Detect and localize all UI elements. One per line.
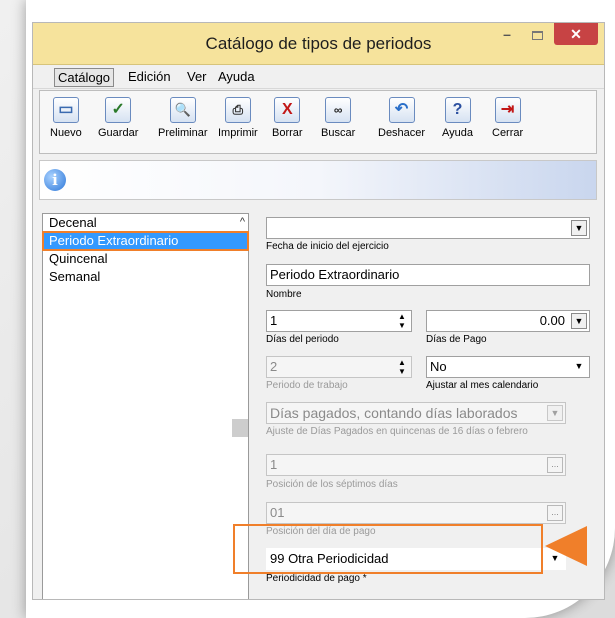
periodo-trabajo-value: 2 bbox=[270, 359, 278, 374]
menu-catalogo[interactable]: Catálogo bbox=[54, 68, 115, 87]
periodicidad-value: 99 Otra Periodicidad bbox=[270, 551, 389, 566]
spinner-arrows-icon: ▲ ▼ bbox=[398, 358, 406, 376]
maximize-button[interactable] bbox=[524, 25, 550, 45]
nombre-label: Nombre bbox=[266, 289, 302, 300]
menu-bar: Catálogo Edición Ver Ayuda bbox=[33, 65, 604, 89]
deshacer-button[interactable]: ↶ Deshacer bbox=[378, 97, 425, 139]
help-icon: ? bbox=[444, 97, 471, 123]
list-item-selected[interactable]: Periodo Extraordinario bbox=[42, 231, 249, 251]
cerrar-button[interactable]: ⇥ Cerrar bbox=[492, 97, 523, 139]
dias-pago-value: 0.00 bbox=[539, 313, 565, 328]
imprimir-button[interactable]: ⎙ Imprimir bbox=[218, 97, 258, 139]
posicion-septimos-input: 1 ... bbox=[266, 454, 566, 476]
posicion-septimos-label: Posición de los séptimos días bbox=[266, 479, 398, 490]
posicion-pago-value: 01 bbox=[270, 505, 285, 520]
ellipsis-icon: ... bbox=[547, 505, 563, 521]
borrar-label: Borrar bbox=[272, 127, 303, 139]
delete-x-icon: X bbox=[274, 97, 301, 123]
borrar-button[interactable]: X Borrar bbox=[272, 97, 303, 139]
new-document-icon: ▭ bbox=[52, 97, 79, 123]
exit-icon: ⇥ bbox=[494, 97, 521, 123]
preliminar-button[interactable]: 🔍 Preliminar bbox=[158, 97, 208, 139]
ayuda-button[interactable]: ? Ayuda bbox=[442, 97, 473, 139]
binoculars-icon: ∞ bbox=[325, 97, 352, 123]
ajustar-mes-value: No bbox=[430, 359, 447, 374]
checkmark-icon: ✓ bbox=[105, 97, 132, 123]
nuevo-label: Nuevo bbox=[50, 127, 82, 139]
fecha-inicio-label: Fecha de inicio del ejercicio bbox=[266, 241, 389, 252]
info-bar: i bbox=[39, 160, 597, 200]
menu-edicion[interactable]: Edición bbox=[125, 68, 174, 85]
chevron-down-icon[interactable]: ▼ bbox=[571, 220, 587, 236]
spinner-arrows-icon[interactable]: ▲ ▼ bbox=[395, 312, 409, 330]
scrollbar-thumb[interactable] bbox=[232, 419, 248, 437]
dias-pago-select[interactable]: 0.00 ▼ bbox=[426, 310, 590, 332]
menu-ayuda[interactable]: Ayuda bbox=[215, 68, 258, 85]
posicion-septimos-value: 1 bbox=[270, 457, 278, 472]
ajuste-dias-select: Días pagados, contando días laborados ▼ bbox=[266, 402, 566, 424]
dias-pago-label: Días de Pago bbox=[426, 334, 487, 345]
chevron-down-icon[interactable]: ▼ bbox=[571, 359, 587, 375]
printer-icon: ⎙ bbox=[224, 97, 251, 123]
imprimir-label: Imprimir bbox=[218, 127, 258, 139]
close-button[interactable]: ✕ bbox=[554, 23, 598, 45]
posicion-pago-label: Posición del día de pago bbox=[266, 526, 376, 537]
ayuda-label: Ayuda bbox=[442, 127, 473, 139]
undo-icon: ↶ bbox=[388, 97, 415, 123]
buscar-label: Buscar bbox=[321, 127, 356, 139]
toolbar: ▭ Nuevo ✓ Guardar 🔍 Preliminar ⎙ Imprimi… bbox=[39, 90, 597, 154]
guardar-button[interactable]: ✓ Guardar bbox=[98, 97, 138, 139]
app-window: Catálogo de tipos de periodos – ✕ Catálo… bbox=[32, 22, 605, 600]
ajuste-dias-label: Ajuste de Días Pagados en quincenas de 1… bbox=[266, 426, 528, 437]
print-preview-icon: 🔍 bbox=[169, 97, 196, 123]
maximize-icon bbox=[531, 30, 543, 40]
nombre-value: Periodo Extraordinario bbox=[270, 267, 400, 282]
fecha-inicio-select[interactable]: ▼ bbox=[266, 217, 590, 239]
title-bar: Catálogo de tipos de periodos – ✕ bbox=[33, 23, 604, 65]
posicion-pago-input: 01 ... bbox=[266, 502, 566, 524]
buscar-button[interactable]: ∞ Buscar bbox=[321, 97, 355, 139]
periodo-trabajo-label: Periodo de trabajo bbox=[266, 380, 348, 391]
dias-periodo-spinner[interactable]: 1 ▲ ▼ bbox=[266, 310, 412, 332]
period-type-list: Decenal Periodo Extraordinario Quincenal… bbox=[42, 213, 249, 599]
ellipsis-icon: ... bbox=[547, 457, 563, 473]
list-item[interactable]: Semanal bbox=[43, 268, 248, 286]
minimize-button[interactable]: – bbox=[494, 25, 520, 45]
nuevo-button[interactable]: ▭ Nuevo bbox=[50, 97, 82, 139]
nombre-input[interactable]: Periodo Extraordinario bbox=[266, 264, 590, 286]
dias-periodo-value: 1 bbox=[270, 313, 278, 328]
chevron-down-icon[interactable]: ▼ bbox=[571, 313, 587, 329]
menu-ver[interactable]: Ver bbox=[184, 68, 210, 85]
deshacer-label: Deshacer bbox=[378, 127, 426, 139]
cerrar-label: Cerrar bbox=[492, 127, 524, 139]
callout-arrow bbox=[545, 526, 587, 566]
info-icon: i bbox=[44, 169, 66, 191]
periodicidad-label: Periodicidad de pago * bbox=[266, 573, 367, 584]
list-item[interactable]: Quincenal bbox=[43, 250, 248, 268]
guardar-label: Guardar bbox=[98, 127, 139, 139]
ajustar-mes-select[interactable]: No ▼ bbox=[426, 356, 590, 378]
periodicidad-select[interactable]: 99 Otra Periodicidad ▼ bbox=[266, 548, 566, 570]
periodo-trabajo-spinner: 2 ▲ ▼ bbox=[266, 356, 412, 378]
ajuste-dias-value: Días pagados, contando días laborados bbox=[270, 405, 518, 421]
scroll-up-arrow-icon[interactable]: ^ bbox=[240, 216, 245, 228]
ajustar-mes-label: Ajustar al mes calendario bbox=[426, 380, 539, 391]
dias-periodo-label: Días del periodo bbox=[266, 334, 339, 345]
list-item[interactable]: Decenal bbox=[43, 214, 248, 232]
chevron-down-icon: ▼ bbox=[547, 405, 563, 421]
preliminar-label: Preliminar bbox=[158, 127, 208, 139]
